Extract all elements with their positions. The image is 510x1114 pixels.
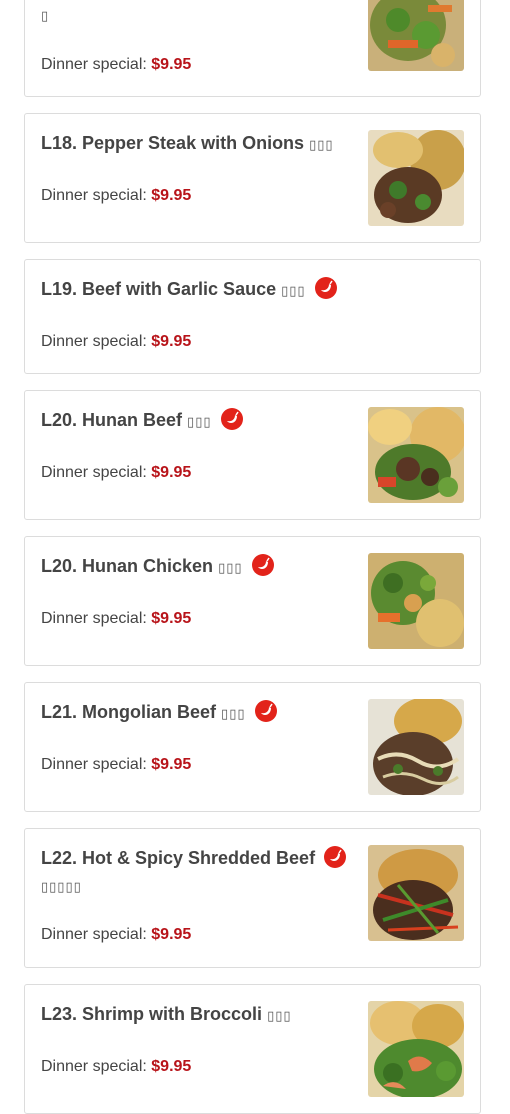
menu-item-chinese-name: ▯▯▯ xyxy=(218,560,243,575)
menu-item-card[interactable]: L23. Shrimp with Broccoli ▯▯▯ Dinner spe… xyxy=(24,984,481,1114)
dish-photo[interactable] xyxy=(368,699,464,795)
price-line: Dinner special: $9.95 xyxy=(41,332,191,352)
menu-item-card[interactable]: ▯ Dinner special: $9.95 xyxy=(24,0,481,97)
price-value: $9.95 xyxy=(151,464,192,481)
chili-pepper-icon xyxy=(324,846,347,868)
price-value: $9.95 xyxy=(151,926,192,943)
price-value: $9.95 xyxy=(151,187,192,204)
menu-item-title: L19. Beef with Garlic Sauce ▯▯▯ xyxy=(41,276,461,304)
chili-pepper-icon xyxy=(251,554,274,576)
menu-item-title: L23. Shrimp with Broccoli ▯▯▯ xyxy=(41,1001,341,1029)
menu-item-chinese-name: ▯▯▯ xyxy=(267,1008,292,1023)
menu-item-card[interactable]: L18. Pepper Steak with Onions ▯▯▯ Dinner… xyxy=(24,113,481,243)
menu-item-card[interactable]: L21. Mongolian Beef ▯▯▯ Dinner special: … xyxy=(24,682,481,812)
menu-item-chinese-name: ▯▯▯ xyxy=(187,414,212,429)
menu-item-name: L21. Mongolian Beef xyxy=(41,702,217,722)
price-line: Dinner special: $9.95 xyxy=(41,925,191,945)
price-line: Dinner special: $9.95 xyxy=(41,55,191,75)
menu-item-name: L23. Shrimp with Broccoli xyxy=(41,1004,263,1024)
menu-item-chinese-name: ▯ xyxy=(41,8,50,23)
price-value: $9.95 xyxy=(151,610,192,627)
menu-item-chinese-name: ▯▯▯ xyxy=(221,706,246,721)
price-value: $9.95 xyxy=(151,756,192,773)
chili-pepper-icon xyxy=(254,700,277,722)
price-line: Dinner special: $9.95 xyxy=(41,463,191,483)
price-label: Dinner special: xyxy=(41,187,147,204)
menu-item-title: L18. Pepper Steak with Onions ▯▯▯ xyxy=(41,130,341,158)
dish-photo[interactable] xyxy=(368,130,464,226)
price-value: $9.95 xyxy=(151,1058,192,1075)
price-label: Dinner special: xyxy=(41,756,147,773)
price-label: Dinner special: xyxy=(41,464,147,481)
menu-item-chinese-name: ▯▯▯ xyxy=(281,283,306,298)
menu-item-name: L19. Beef with Garlic Sauce xyxy=(41,279,277,299)
menu-item-name: L18. Pepper Steak with Onions xyxy=(41,133,305,153)
menu-item-card[interactable]: L20. Hunan Chicken ▯▯▯ Dinner special: $… xyxy=(24,536,481,666)
menu-item-card[interactable]: L20. Hunan Beef ▯▯▯ Dinner special: $9.9… xyxy=(24,390,481,520)
menu-item-title: L20. Hunan Beef ▯▯▯ xyxy=(41,407,341,435)
price-value: $9.95 xyxy=(151,56,192,73)
menu-item-title: L21. Mongolian Beef ▯▯▯ xyxy=(41,699,341,727)
price-line: Dinner special: $9.95 xyxy=(41,186,191,206)
menu-item-chinese-name: ▯▯▯▯▯ xyxy=(41,879,82,894)
menu-item-title: L20. Hunan Chicken ▯▯▯ xyxy=(41,553,341,581)
menu-item-name: L20. Hunan Chicken xyxy=(41,556,214,576)
price-label: Dinner special: xyxy=(41,56,147,73)
price-label: Dinner special: xyxy=(41,610,147,627)
dish-photo[interactable] xyxy=(368,0,464,71)
chili-pepper-icon xyxy=(220,408,243,430)
menu-item-chinese-name: ▯▯▯ xyxy=(309,137,334,152)
price-line: Dinner special: $9.95 xyxy=(41,755,191,775)
price-value: $9.95 xyxy=(151,333,192,350)
dish-photo[interactable] xyxy=(368,553,464,649)
price-label: Dinner special: xyxy=(41,1058,147,1075)
menu-item-title: ▯ xyxy=(41,1,341,29)
price-label: Dinner special: xyxy=(41,926,147,943)
menu-item-card[interactable]: L22. Hot & Spicy Shredded Beef ▯▯▯▯▯ Din… xyxy=(24,828,481,968)
menu-item-name: L22. Hot & Spicy Shredded Beef xyxy=(41,848,316,868)
chili-pepper-icon xyxy=(314,277,337,299)
price-label: Dinner special: xyxy=(41,333,147,350)
menu-item-name: L20. Hunan Beef xyxy=(41,410,183,430)
price-line: Dinner special: $9.95 xyxy=(41,1057,191,1077)
dish-photo[interactable] xyxy=(368,1001,464,1097)
price-line: Dinner special: $9.95 xyxy=(41,609,191,629)
menu-item-card[interactable]: L19. Beef with Garlic Sauce ▯▯▯ Dinner s… xyxy=(24,259,481,374)
dish-photo[interactable] xyxy=(368,407,464,503)
dish-photo[interactable] xyxy=(368,845,464,941)
menu-item-title: L22. Hot & Spicy Shredded Beef ▯▯▯▯▯ xyxy=(41,845,356,900)
